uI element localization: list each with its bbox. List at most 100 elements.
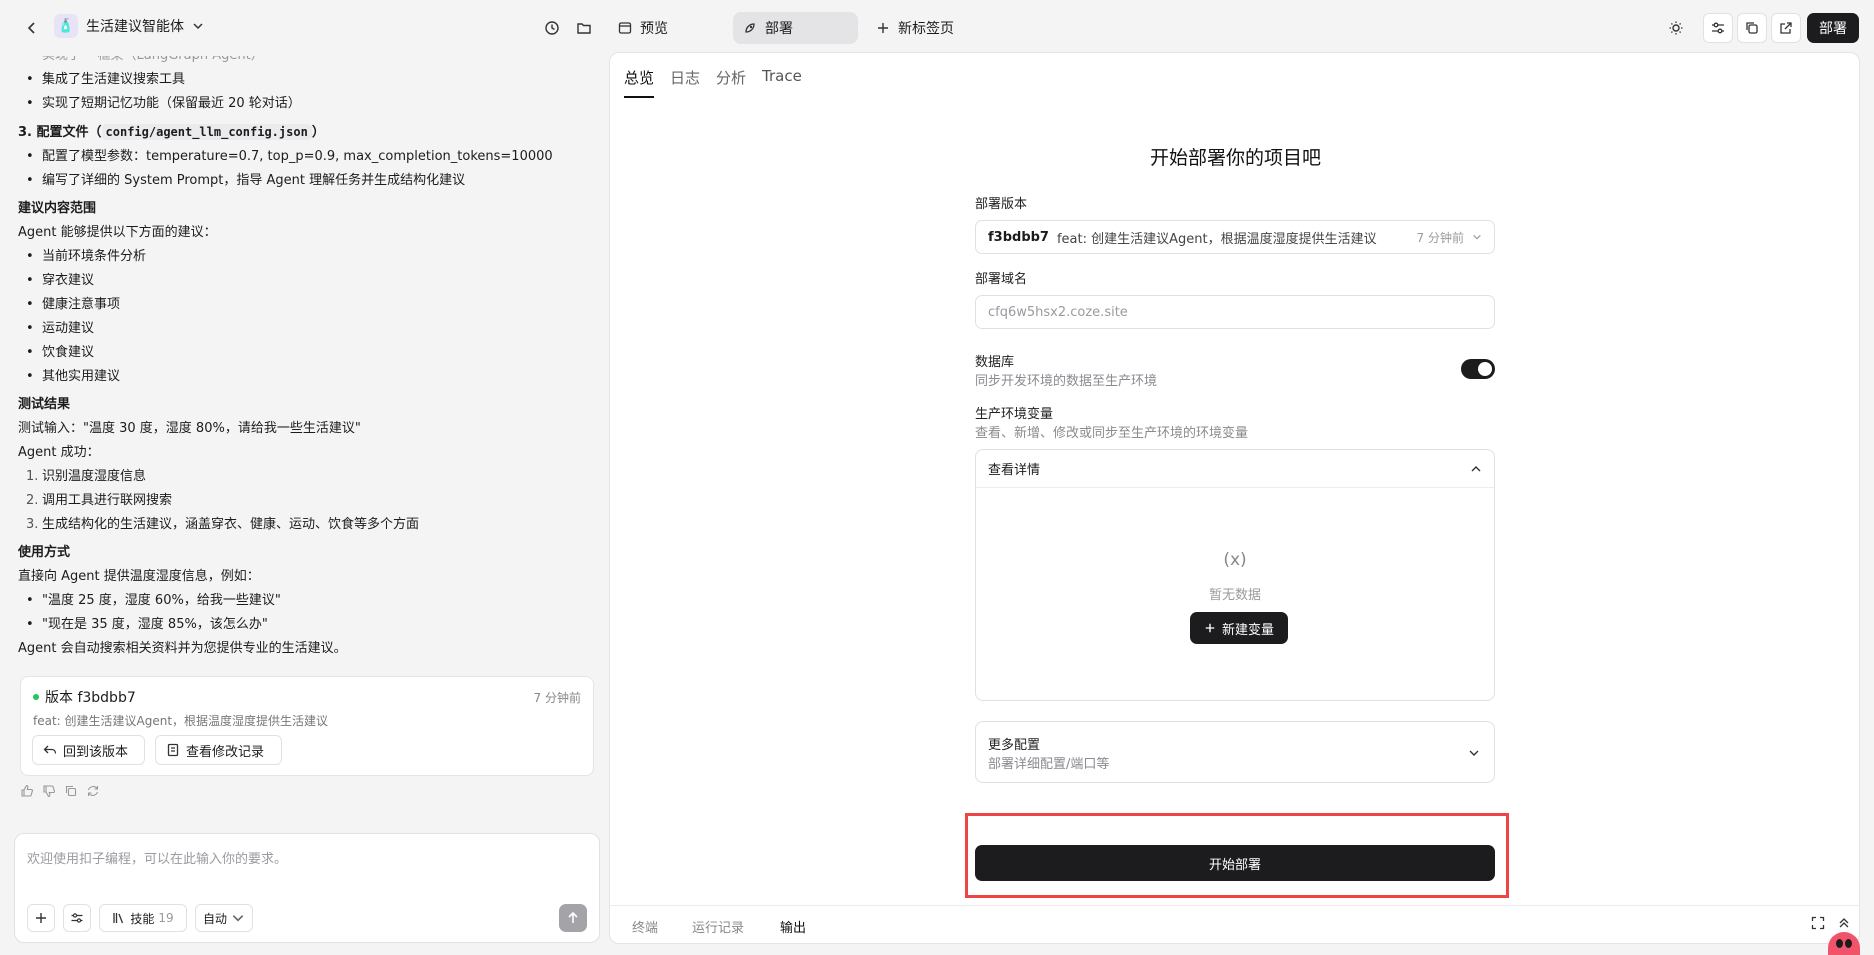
- sliders-icon: [1712, 22, 1724, 34]
- env-variables-box: 查看详情 (x) 暂无数据 新建变量: [975, 449, 1495, 701]
- deploy-button[interactable]: 部署: [1807, 13, 1859, 43]
- refresh-icon[interactable]: [86, 784, 100, 798]
- agent-selector[interactable]: 🧴 生活建议智能体: [54, 14, 204, 38]
- version-select[interactable]: f3bdbb7 feat: 创建生活建议Agent，根据温度湿度提供生活建议 7…: [975, 220, 1495, 254]
- sun-icon: [1669, 21, 1683, 35]
- tab-logs[interactable]: 日志: [670, 67, 700, 98]
- plus-icon: [36, 913, 46, 923]
- deploy-form: 部署版本 f3bdbb7 feat: 创建生活建议Agent，根据温度湿度提供生…: [975, 193, 1495, 783]
- skills-button[interactable]: 技能 19: [99, 904, 187, 932]
- tab-analytics[interactable]: 分析: [716, 67, 746, 98]
- list-item: "现在是 35 度，湿度 85%，该怎么办": [18, 613, 598, 637]
- files-button[interactable]: [570, 14, 598, 42]
- tab-run-history[interactable]: 运行记录: [692, 917, 744, 936]
- tab-overview[interactable]: 总览: [624, 67, 655, 98]
- chat-line: Agent 会自动搜索相关资料并为您提供专业的生活建议。: [18, 641, 347, 656]
- copy-icon: [1746, 22, 1758, 34]
- more-config-section[interactable]: 更多配置 部署详细配置/端口等: [975, 721, 1495, 783]
- chevron-down-icon: [1473, 234, 1481, 240]
- more-config-label: 更多配置: [988, 738, 1041, 753]
- page-title: 开始部署你的项目吧: [1149, 147, 1321, 169]
- chat-line: 实现了短期记忆功能（保留最近 20 轮对话）: [18, 92, 598, 116]
- database-label: 数据库: [975, 355, 1015, 370]
- settings-button[interactable]: [1703, 13, 1733, 43]
- bottom-panel-bar: 终端 运行记录 输出: [610, 905, 1859, 943]
- variable-icon: (x): [1223, 550, 1247, 570]
- chat-input-box: 技能 19 自动: [14, 833, 600, 943]
- rocket-icon: [745, 23, 755, 33]
- more-config-description: 部署详细配置/端口等: [988, 757, 1110, 772]
- chat-heading: 使用方式: [18, 545, 71, 560]
- sliders-icon: [71, 913, 83, 923]
- version-card: 版本 f3bdbb7 7 分钟前 feat: 创建生活建议Agent，根据温度湿…: [20, 676, 594, 776]
- env-details-header[interactable]: 查看详情: [976, 450, 1494, 488]
- open-external-button[interactable]: [1771, 13, 1801, 43]
- library-icon: [113, 913, 124, 924]
- chat-line: 实现了 ·· 框架（LangGraph Agent）: [18, 56, 598, 68]
- list-item: 当前环境条件分析: [18, 245, 598, 269]
- list-item: 穿衣建议: [18, 269, 598, 293]
- tab-preview[interactable]: 预览: [608, 12, 678, 44]
- tab-terminal[interactable]: 终端: [632, 917, 658, 936]
- version-time: 7 分钟前: [1416, 230, 1464, 245]
- env-label: 生产环境变量: [975, 407, 1054, 422]
- version-message: feat: 创建生活建议Agent，根据温度湿度提供生活建议: [1056, 231, 1377, 247]
- chat-line: 集成了生活建议搜索工具: [18, 68, 598, 92]
- view-changes-button[interactable]: 查看修改记录: [155, 735, 282, 765]
- version-time: 7 分钟前: [533, 691, 581, 705]
- list-item: 饮食建议: [18, 341, 598, 365]
- tab-output[interactable]: 输出: [780, 917, 806, 936]
- chat-line: Agent 能够提供以下方面的建议：: [18, 225, 217, 240]
- revert-version-button[interactable]: 回到该版本: [32, 735, 145, 765]
- chat-heading: 3. 配置文件（ config/agent_llm_config.json）: [18, 124, 325, 140]
- mode-select[interactable]: 自动: [195, 904, 253, 932]
- options-button[interactable]: [63, 904, 91, 932]
- panel-tabs: 总览 日志 分析 Trace: [624, 67, 802, 98]
- database-description: 同步开发环境的数据至生产环境: [975, 374, 1158, 389]
- fullscreen-icon[interactable]: [1811, 916, 1825, 930]
- bottom-actions: [1811, 916, 1851, 930]
- top-bar: 🧴 生活建议智能体 预览 部署 新标签页 部署: [0, 0, 1874, 56]
- chat-line: 编写了详细的 System Prompt，指导 Agent 理解任务并生成结构化…: [18, 169, 598, 193]
- chat-line: 配置了模型参数：temperature=0.7, top_p=0.9, max_…: [18, 145, 598, 169]
- chevron-down-icon: [193, 23, 203, 30]
- copy-icon[interactable]: [64, 784, 78, 798]
- database-sync-toggle[interactable]: [1461, 359, 1495, 379]
- chevron-left-icon: [27, 22, 35, 34]
- tab-trace[interactable]: Trace: [762, 67, 802, 98]
- list-item: 其他实用建议: [18, 365, 598, 389]
- theme-toggle[interactable]: [1662, 14, 1690, 42]
- chat-line: Agent 成功：: [18, 445, 100, 460]
- attach-button[interactable]: [27, 904, 55, 932]
- tab-deploy[interactable]: 部署: [733, 12, 858, 44]
- copy-button[interactable]: [1737, 13, 1767, 43]
- send-button[interactable]: [559, 904, 587, 932]
- domain-field[interactable]: cfq6w5hsx2.coze.site: [975, 295, 1495, 329]
- deploy-panel: 总览 日志 分析 Trace 开始部署你的项目吧 部署版本 f3bdbb7 fe…: [609, 52, 1860, 944]
- chevron-up-icon: [1471, 465, 1481, 471]
- folder-icon: [577, 23, 591, 34]
- back-button[interactable]: [18, 14, 46, 42]
- plus-icon: [878, 23, 888, 33]
- chat-heading: 建议内容范围: [18, 201, 97, 216]
- version-label: 部署版本: [975, 197, 1028, 212]
- env-description: 查看、新增、修改或同步至生产环境的环境变量: [975, 426, 1249, 441]
- history-button[interactable]: [538, 14, 566, 42]
- new-variable-button[interactable]: 新建变量: [1190, 612, 1288, 644]
- thumbs-up-icon[interactable]: [20, 784, 34, 798]
- chat-line: 直接向 Agent 提供温度湿度信息，例如：: [18, 569, 260, 584]
- list-item: "温度 25 度，湿度 60%，给我一些建议": [18, 589, 598, 613]
- start-deploy-button[interactable]: 开始部署: [975, 845, 1495, 881]
- skill-count: 19: [158, 911, 174, 925]
- thumbs-down-icon[interactable]: [42, 784, 56, 798]
- preview-icon: [618, 22, 632, 34]
- message-actions: [20, 784, 100, 798]
- plus-icon: [1205, 623, 1215, 633]
- chevron-down-icon: [1469, 750, 1479, 756]
- tab-new[interactable]: 新标签页: [866, 12, 964, 44]
- list-item: 1. 识别温度湿度信息: [26, 469, 147, 484]
- chat-input[interactable]: [27, 848, 587, 888]
- version-message: feat: 创建生活建议Agent，根据温度湿度提供生活建议: [33, 714, 329, 728]
- chevrons-up-icon[interactable]: [1837, 916, 1851, 930]
- domain-label: 部署域名: [975, 272, 1028, 287]
